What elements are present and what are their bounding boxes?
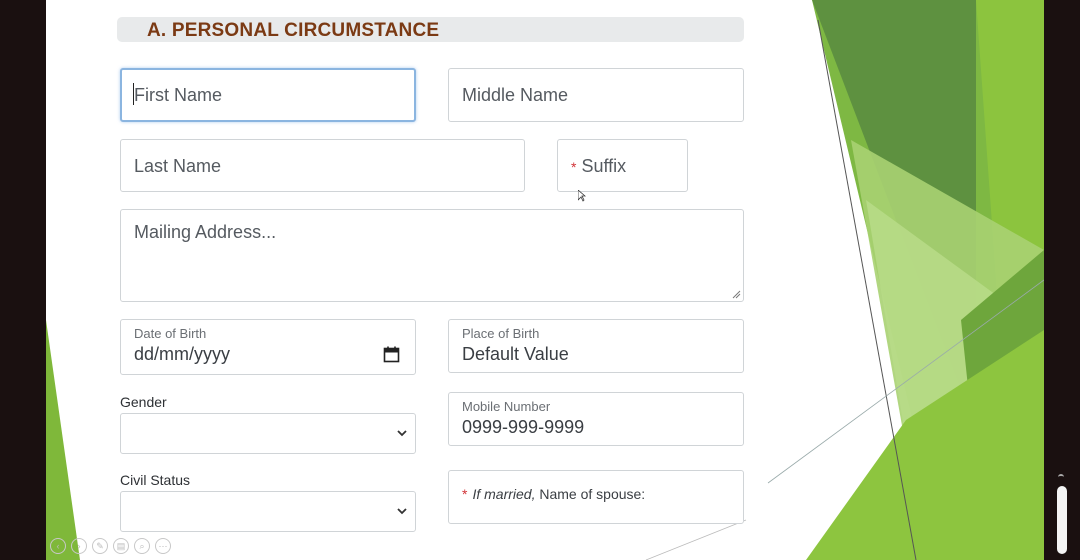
gender-label: Gender [120, 394, 167, 410]
required-mark: * [462, 486, 468, 502]
spouse-name-input[interactable]: * If married, Name of spouse: [448, 470, 744, 524]
place-of-birth-input[interactable]: Place of Birth Default Value [448, 319, 744, 373]
middle-name-input[interactable]: Middle Name [448, 68, 744, 122]
mobile-number-input[interactable]: Mobile Number 0999-999-9999 [448, 392, 744, 446]
spouse-name-placeholder: * If married, Name of spouse: [462, 486, 645, 502]
pen-icon[interactable]: ✎ [92, 538, 108, 554]
date-of-birth-input[interactable]: Date of Birth dd/mm/yyyy [120, 319, 416, 375]
section-header: A. PERSONAL CIRCUMSTANCE [117, 17, 744, 42]
chevron-down-icon [397, 430, 407, 437]
date-of-birth-value: dd/mm/yyyy [134, 344, 231, 364]
civil-status-select[interactable] [120, 491, 416, 532]
section-title: A. PERSONAL CIRCUMSTANCE [147, 20, 440, 41]
place-of-birth-label: Place of Birth [462, 326, 540, 341]
date-of-birth-label: Date of Birth [134, 326, 207, 341]
required-mark: * [571, 159, 577, 175]
presentation-slide: A. PERSONAL CIRCUMSTANCE First Name Midd… [46, 0, 1044, 560]
more-icon[interactable]: ⋯ [155, 538, 171, 554]
slides-icon[interactable]: ▤ [113, 538, 129, 554]
scrollbar-thumb[interactable] [1057, 486, 1067, 554]
spouse-label: Name of spouse: [539, 486, 646, 502]
chevron-down-icon [397, 508, 407, 515]
middle-name-placeholder: Middle Name [462, 85, 569, 105]
scroll-indicator-icon [1058, 474, 1064, 480]
first-name-input[interactable]: First Name [120, 68, 416, 122]
resize-grip-icon[interactable] [731, 289, 741, 299]
suffix-input[interactable]: * Suffix [557, 139, 688, 192]
place-of-birth-value: Default Value [462, 344, 569, 364]
previous-icon[interactable]: ‹ [50, 538, 66, 554]
last-name-input[interactable]: Last Name [120, 139, 525, 192]
first-name-placeholder: First Name [134, 85, 223, 105]
civil-status-label: Civil Status [120, 472, 191, 488]
spouse-italic-prefix: If married, [472, 486, 536, 502]
mailing-address-placeholder: Mailing Address... [134, 222, 277, 242]
zoom-icon[interactable]: ⌕ [134, 538, 150, 554]
calendar-icon[interactable] [383, 346, 400, 363]
suffix-label: Suffix [581, 156, 627, 176]
mailing-address-textarea[interactable]: Mailing Address... [120, 209, 744, 302]
mobile-number-label: Mobile Number [462, 399, 551, 414]
mobile-number-value: 0999-999-9999 [462, 417, 585, 437]
mouse-pointer-icon [578, 190, 586, 202]
slideshow-toolbar: ‹ › ✎ ▤ ⌕ ⋯ [50, 538, 171, 556]
suffix-placeholder: * Suffix [571, 156, 626, 177]
last-name-placeholder: Last Name [134, 156, 222, 176]
next-icon[interactable]: › [71, 538, 87, 554]
gender-select[interactable] [120, 413, 416, 454]
